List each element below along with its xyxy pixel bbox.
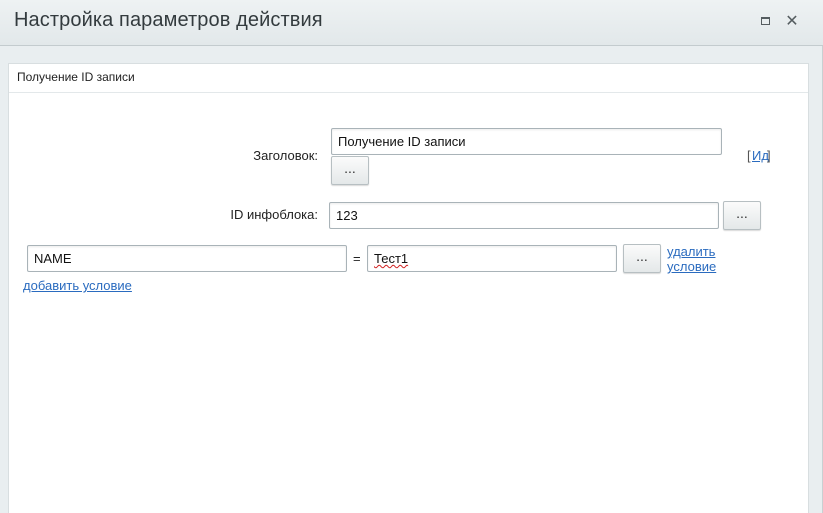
condition-operator: = — [353, 251, 361, 266]
maximize-icon[interactable] — [756, 13, 774, 31]
delete-condition-link-line1[interactable]: удалить — [667, 244, 715, 259]
id-link-bracket-close: ] — [767, 148, 771, 163]
close-icon[interactable]: ✕ — [783, 13, 801, 31]
section-header: Получение ID записи — [9, 64, 808, 93]
condition-field-input[interactable]: NAME — [27, 245, 347, 272]
section-title: Получение ID записи — [17, 70, 135, 84]
id-link-bracket-open: [ — [747, 148, 751, 163]
condition-value-input[interactable]: Тест1 — [367, 245, 617, 272]
iblock-label: ID инфоблока: — [230, 207, 318, 222]
iblock-insert-button[interactable]: ... — [723, 201, 761, 230]
condition-value-text: Тест1 — [374, 251, 409, 266]
dialog-titlebar[interactable]: Настройка параметров действия ✕ — [0, 0, 823, 46]
title-label: Заголовок: — [253, 148, 318, 163]
dialog-title: Настройка параметров действия — [14, 9, 323, 31]
add-condition-link[interactable]: добавить условие — [23, 278, 132, 293]
title-insert-button[interactable]: ... — [331, 156, 369, 185]
action-settings-dialog: Настройка параметров действия ✕ Получени… — [0, 0, 823, 513]
condition-insert-button[interactable]: ... — [623, 244, 661, 273]
delete-condition-link-line2[interactable]: условие — [667, 259, 716, 274]
title-input[interactable]: Получение ID записи — [331, 128, 722, 155]
iblock-id-input[interactable]: 123 — [329, 202, 719, 229]
